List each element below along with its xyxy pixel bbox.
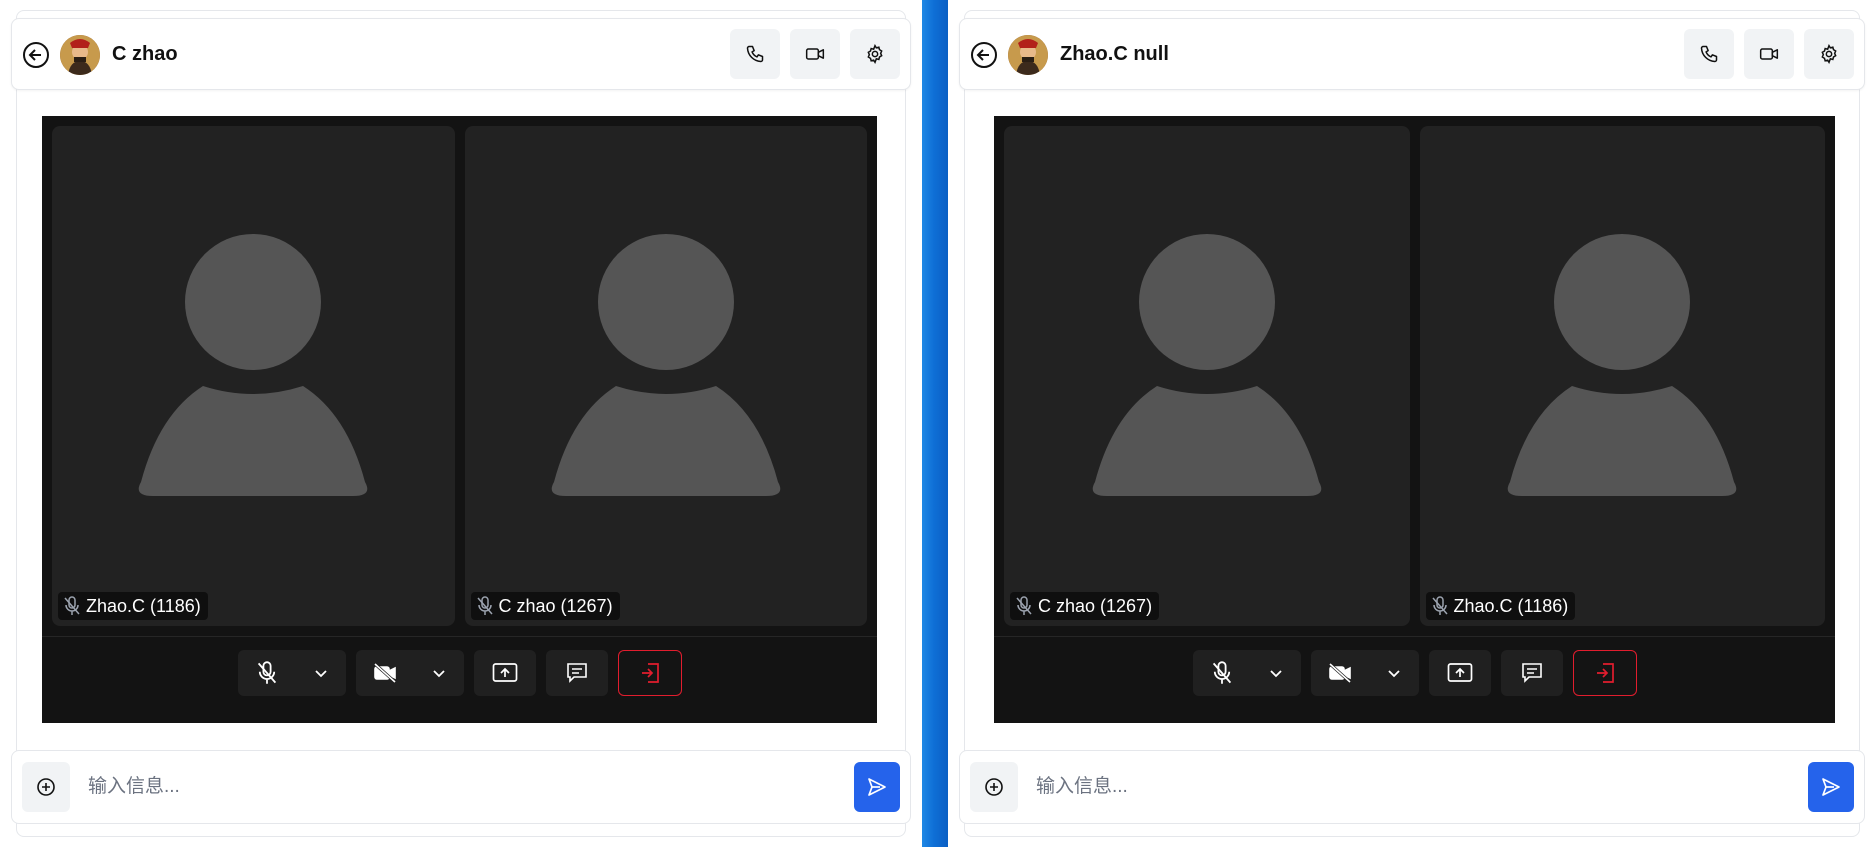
- phone-icon: [1700, 45, 1718, 63]
- participant-label: C zhao (1267): [470, 592, 620, 620]
- chat-button[interactable]: [545, 650, 608, 696]
- avatar-image: [60, 35, 100, 75]
- participant-label: Zhao.C (1186): [58, 592, 208, 620]
- window-divider: [922, 0, 948, 847]
- voice-call-button[interactable]: [730, 29, 780, 79]
- mic-toggle-button[interactable]: [1193, 650, 1251, 696]
- video-call-area: Zhao.C (1186) C zhao (1267): [42, 116, 877, 723]
- video-call-button[interactable]: [790, 29, 840, 79]
- camera-toggle-button[interactable]: [1311, 650, 1369, 696]
- plus-circle-icon: [985, 778, 1003, 796]
- send-button[interactable]: [854, 762, 900, 812]
- chat-icon: [1521, 663, 1542, 683]
- controls-separator: [994, 636, 1835, 637]
- message-input[interactable]: [86, 767, 840, 807]
- arrow-left-circle-icon: [23, 42, 49, 68]
- settings-button[interactable]: [1804, 29, 1854, 79]
- chevron-down-icon: [1269, 670, 1282, 678]
- chat-button[interactable]: [1500, 650, 1563, 696]
- participant-tile: Zhao.C (1186): [52, 126, 455, 626]
- send-icon: [1822, 778, 1840, 796]
- video-camera-icon: [805, 48, 825, 60]
- call-controls: [994, 650, 1835, 698]
- video-call-area: C zhao (1267) Zhao.C (1186): [994, 116, 1835, 723]
- voice-call-button[interactable]: [1684, 29, 1734, 79]
- mic-off-icon: [1212, 661, 1231, 684]
- back-button[interactable]: [22, 41, 50, 69]
- avatar[interactable]: [60, 35, 100, 75]
- contact-name: C zhao: [112, 43, 178, 65]
- attach-button[interactable]: [22, 762, 70, 812]
- chevron-down-icon: [432, 670, 445, 678]
- attach-button[interactable]: [970, 762, 1018, 812]
- participant-tile: C zhao (1267): [1004, 126, 1410, 626]
- call-controls: [42, 650, 877, 698]
- send-icon: [868, 778, 886, 796]
- back-button[interactable]: [970, 41, 998, 69]
- leave-call-button[interactable]: [617, 650, 682, 696]
- user-placeholder-icon: [138, 234, 368, 496]
- mic-options-button[interactable]: [1251, 650, 1301, 696]
- participant-name: Zhao.C (1186): [1453, 595, 1569, 616]
- screen-share-button[interactable]: [473, 650, 536, 696]
- video-camera-icon: [1759, 48, 1779, 60]
- chat-header: C zhao: [11, 18, 911, 90]
- gear-icon: [867, 44, 883, 64]
- participant-label: Zhao.C (1186): [1425, 592, 1576, 620]
- screen-share-button[interactable]: [1428, 650, 1491, 696]
- mic-toggle-button[interactable]: [238, 650, 296, 696]
- user-placeholder-icon: [551, 234, 781, 496]
- camera-control-group: [355, 650, 464, 696]
- participant-name: C zhao (1267): [1038, 595, 1153, 616]
- leave-call-button[interactable]: [1572, 650, 1637, 696]
- camera-control-group: [1310, 650, 1419, 696]
- mic-off-icon: [1431, 596, 1448, 615]
- chevron-down-icon: [314, 670, 327, 678]
- leave-icon: [1596, 663, 1614, 683]
- right-chat-window: Zhao.C null C zhao (1267) Zhao.C (1186) …: [948, 0, 1876, 847]
- send-button[interactable]: [1808, 762, 1854, 812]
- mic-control-group: [237, 650, 346, 696]
- mic-off-icon: [476, 596, 493, 615]
- message-input[interactable]: [1034, 767, 1794, 807]
- settings-button[interactable]: [850, 29, 900, 79]
- mic-options-button[interactable]: [296, 650, 346, 696]
- screen-share-icon: [492, 663, 517, 682]
- gear-icon: [1821, 44, 1837, 64]
- chevron-down-icon: [1387, 670, 1400, 678]
- arrow-left-circle-icon: [971, 42, 997, 68]
- participant-name: Zhao.C (1186): [86, 595, 201, 616]
- camera-options-button[interactable]: [1369, 650, 1419, 696]
- controls-separator: [42, 636, 877, 637]
- user-placeholder-icon: [1092, 234, 1322, 496]
- participant-label: C zhao (1267): [1010, 592, 1160, 620]
- participant-name: C zhao (1267): [498, 595, 613, 616]
- screen-share-icon: [1447, 663, 1472, 682]
- chat-header: Zhao.C null: [959, 18, 1865, 90]
- camera-options-button[interactable]: [414, 650, 464, 696]
- chat-icon: [566, 663, 587, 683]
- message-composer: [959, 750, 1865, 824]
- video-off-icon: [1328, 662, 1351, 684]
- user-placeholder-icon: [1507, 234, 1737, 496]
- plus-circle-icon: [37, 778, 55, 796]
- left-chat-window: C zhao Zhao.C (1186) C zhao (1267) 输入信息.…: [0, 0, 922, 847]
- contact-name: Zhao.C null: [1060, 43, 1169, 65]
- mic-off-icon: [257, 661, 276, 684]
- video-call-button[interactable]: [1744, 29, 1794, 79]
- mic-control-group: [1192, 650, 1301, 696]
- mic-off-icon: [1016, 596, 1032, 615]
- avatar-image: [1008, 35, 1048, 75]
- participant-tile: C zhao (1267): [464, 126, 867, 626]
- camera-toggle-button[interactable]: [356, 650, 414, 696]
- leave-icon: [641, 663, 659, 683]
- participant-tile: Zhao.C (1186): [1419, 126, 1825, 626]
- video-off-icon: [373, 662, 396, 684]
- message-composer: [11, 750, 911, 824]
- phone-icon: [746, 45, 764, 63]
- avatar[interactable]: [1008, 35, 1048, 75]
- mic-off-icon: [64, 596, 80, 615]
